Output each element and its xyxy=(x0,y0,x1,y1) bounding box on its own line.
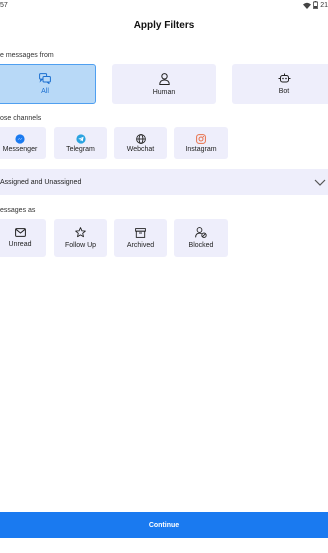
person-icon xyxy=(158,72,170,85)
battery-level: 21 xyxy=(320,1,328,9)
status-option-follow-up[interactable]: Follow Up xyxy=(54,219,107,257)
section-label-channels: ose channels xyxy=(0,115,42,122)
channel-option-telegram[interactable]: Telegram xyxy=(54,127,107,159)
status-option-label: Follow Up xyxy=(64,242,97,249)
telegram-icon xyxy=(75,133,86,144)
source-option-label: Bot xyxy=(278,88,290,95)
blocked-user-icon xyxy=(195,227,207,238)
source-option-bot[interactable]: Bot xyxy=(232,64,328,104)
channel-option-label: Instagram xyxy=(185,145,217,153)
messenger-icon xyxy=(15,133,25,144)
source-option-label: Human xyxy=(152,88,176,96)
channel-option-label: Telegram xyxy=(66,145,95,153)
globe-icon xyxy=(135,133,146,144)
bot-icon xyxy=(278,73,290,83)
continue-button[interactable]: Continue xyxy=(0,512,328,538)
source-option-label: All xyxy=(41,88,49,95)
channel-option-instagram[interactable]: Instagram xyxy=(174,127,228,159)
battery-icon xyxy=(313,1,319,9)
status-option-archived[interactable]: Archived xyxy=(114,219,167,257)
channel-option-webchat[interactable]: Webchat xyxy=(114,127,167,159)
section-label-status: essages as xyxy=(0,207,36,214)
archive-icon xyxy=(135,227,146,238)
assignment-dropdown-value: Assigned and Unassigned xyxy=(0,178,82,186)
status-option-label: Unread xyxy=(8,241,32,248)
mail-icon xyxy=(14,228,26,237)
status-option-label: Blocked xyxy=(188,242,214,249)
status-icons: 21 xyxy=(303,1,328,9)
chat-bubbles-icon xyxy=(39,73,51,84)
wifi-icon xyxy=(303,2,312,9)
status-bar: 57 21 xyxy=(0,0,328,12)
status-option-unread[interactable]: Unread xyxy=(0,219,46,257)
page-title: Apply Filters xyxy=(133,20,195,31)
assignment-dropdown[interactable]: Assigned and Unassigned xyxy=(0,169,328,195)
star-icon xyxy=(75,227,86,238)
status-time: 57 xyxy=(0,2,8,9)
instagram-icon xyxy=(196,133,206,144)
source-option-all[interactable]: All xyxy=(0,64,96,104)
channel-option-label: Messenger xyxy=(2,145,38,153)
chevron-down-icon xyxy=(314,179,326,186)
status-option-blocked[interactable]: Blocked xyxy=(174,219,228,257)
channel-option-label: Webchat xyxy=(126,145,155,153)
status-option-label: Archived xyxy=(126,241,155,249)
source-option-human[interactable]: Human xyxy=(112,64,216,104)
section-label-source: e messages from xyxy=(0,52,54,59)
channel-option-messenger[interactable]: Messenger xyxy=(0,127,46,159)
